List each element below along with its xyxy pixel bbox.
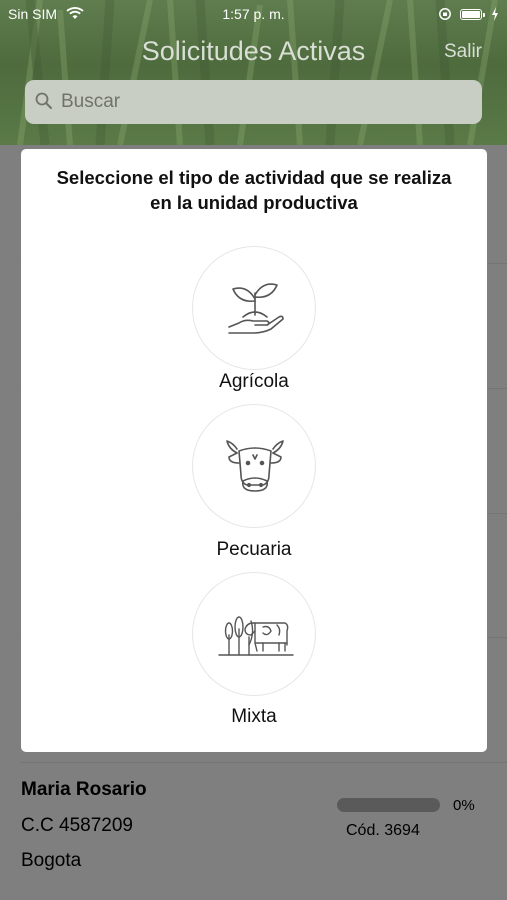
header-background: Sin SIM 1:57 p. m. Solicitudes Activas S… <box>0 0 507 145</box>
search-bar[interactable] <box>25 80 482 124</box>
page-title: Solicitudes Activas <box>141 36 366 66</box>
cow-head-icon <box>226 440 284 492</box>
option-agricola-label: Agrícola <box>219 371 289 392</box>
option-agricola-button[interactable] <box>192 246 316 370</box>
activity-type-modal: Seleccione el tipo de actividad que se r… <box>21 149 487 752</box>
battery-icon <box>460 9 485 20</box>
list-divider <box>20 762 507 763</box>
modal-title: Seleccione el tipo de actividad que se r… <box>21 165 487 215</box>
option-mixta-button[interactable] <box>192 572 316 696</box>
orientation-lock-icon <box>439 8 451 20</box>
applicant-id: C.C 4587209 <box>21 815 133 836</box>
status-time: 1:57 p. m. <box>222 6 285 22</box>
search-input[interactable] <box>61 80 461 124</box>
applicant-city: Bogota <box>21 850 82 871</box>
applicant-name: Maria Rosario <box>21 779 147 800</box>
logout-button[interactable]: Salir <box>444 41 482 63</box>
progress-percent: 0% <box>453 797 475 814</box>
option-mixta-label: Mixta <box>231 706 277 727</box>
corn-cow-icon <box>218 616 294 656</box>
charging-icon <box>492 7 498 21</box>
option-pecuaria-label: Pecuaria <box>216 539 292 560</box>
modal-title-line-2: en la unidad productiva <box>150 192 358 213</box>
search-icon <box>35 92 52 109</box>
request-code: Cód. 3694 <box>346 822 420 839</box>
status-bar: Sin SIM 1:57 p. m. <box>0 5 507 25</box>
plant-hand-icon <box>228 283 284 334</box>
option-pecuaria-button[interactable] <box>192 404 316 528</box>
modal-title-line-1: Seleccione el tipo de actividad que se r… <box>56 167 452 188</box>
progress-bar <box>337 798 440 812</box>
